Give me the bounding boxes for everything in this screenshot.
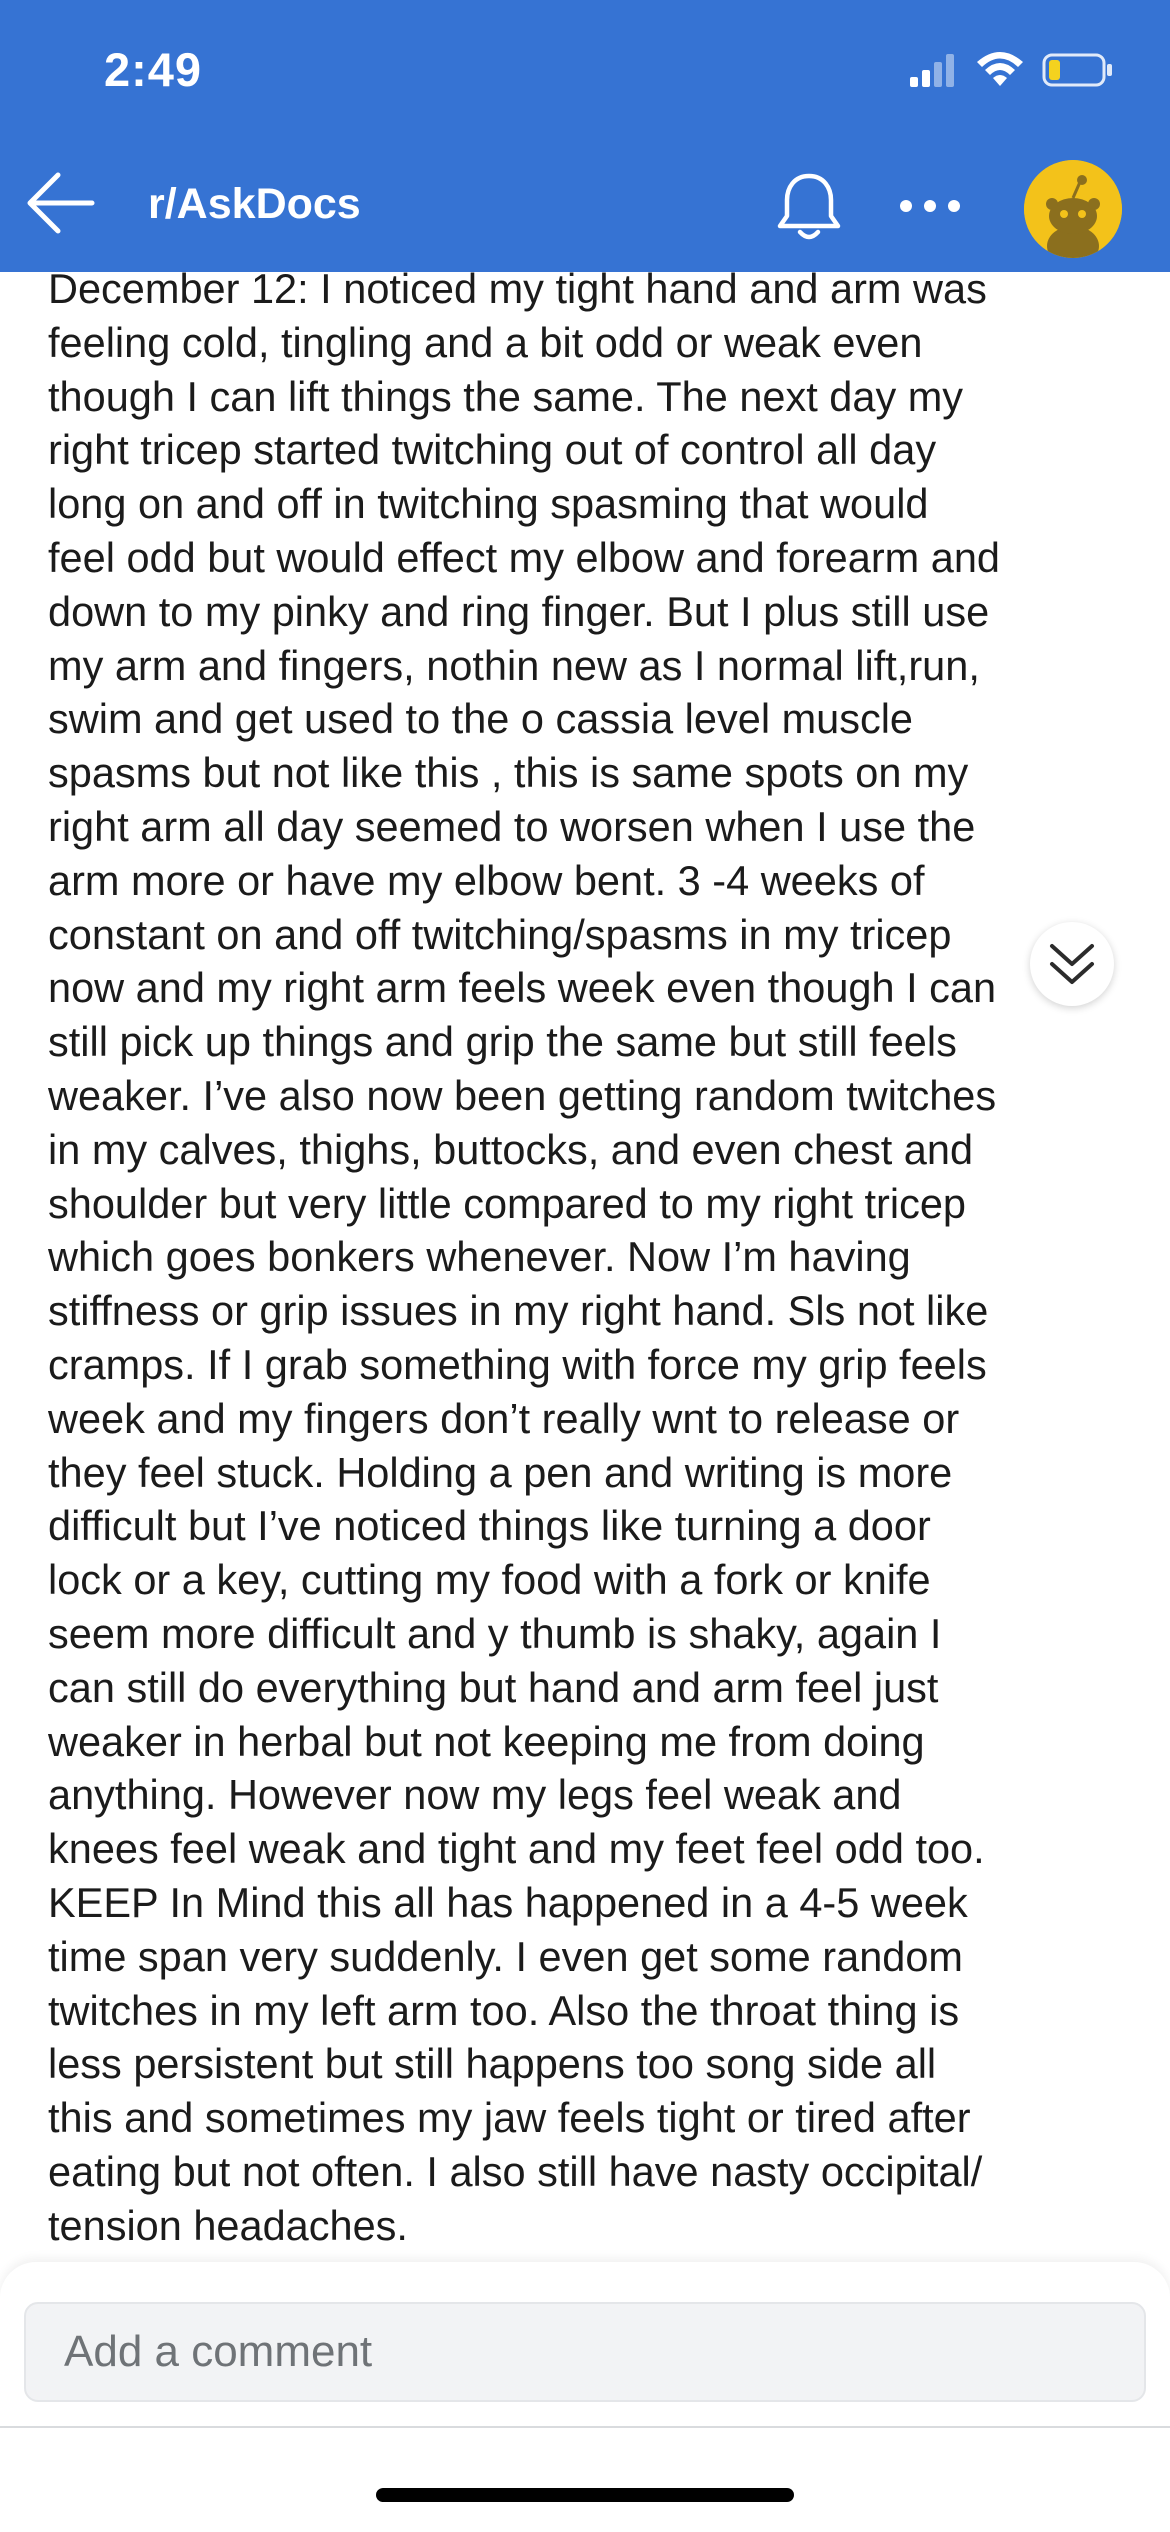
post-line: right tricep started twitching out of co… <box>48 426 937 474</box>
post-line: though I can lift things the same. The n… <box>48 372 964 420</box>
status-icons <box>910 52 1114 88</box>
post-line: feeling cold, tingling and a bit odd or … <box>48 318 923 366</box>
post-body-text: December 12: I noticed my tight hand and… <box>48 262 1128 2252</box>
wifi-icon <box>977 52 1023 86</box>
post-line: week and my fingers don’t really wnt to … <box>48 1394 960 1442</box>
subreddit-title[interactable]: r/AskDocs <box>148 180 361 229</box>
post-line: lock or a key, cutting my food with a fo… <box>48 1556 931 1604</box>
post-line: which goes bonkers whenever. Now I’m hav… <box>48 1233 911 1281</box>
divider <box>0 2426 1170 2428</box>
more-dots-icon[interactable] <box>898 198 962 214</box>
post-line: knees feel weak and tight and my feet fe… <box>48 1825 985 1873</box>
post-line: weaker. I’ve also now been getting rando… <box>48 1071 997 1119</box>
home-indicator <box>376 2488 794 2502</box>
post-line: in my calves, thighs, buttocks, and even… <box>48 1125 974 1173</box>
post-line: can still do everything but hand and arm… <box>48 1663 939 1711</box>
chevron-double-down-icon <box>1050 944 1094 984</box>
reddit-avatar-icon[interactable] <box>1024 160 1122 258</box>
post-line: constant on and off twitching/spasms in … <box>48 910 952 958</box>
post-line: KEEP In Mind this all has happened in a … <box>48 1878 968 1926</box>
cellular-signal-icon <box>910 54 954 87</box>
battery-low-icon <box>1042 53 1112 87</box>
post-line: swim and get used to the o cassia level … <box>48 695 914 743</box>
post-line: arm more or have my elbow bent. 3 -4 wee… <box>48 856 925 904</box>
post-line: they feel stuck. Holding a pen and writi… <box>48 1448 953 1496</box>
post-line: right arm all day seemed to worsen when … <box>48 802 976 850</box>
post-line: eating but not often. I also still have … <box>48 2147 983 2195</box>
post-line: cramps. If I grab something with force m… <box>48 1340 987 1388</box>
post-line: still pick up things and grip the same b… <box>48 1018 957 1066</box>
post-line: now and my right arm feels week even tho… <box>48 964 997 1012</box>
bell-icon[interactable] <box>772 168 846 244</box>
post-line: shoulder but very little compared to my … <box>48 1179 967 1227</box>
avatar-graphic <box>1024 160 1122 258</box>
post-line: this and sometimes my jaw feels tight or… <box>48 2094 971 2142</box>
post-line: weaker in herbal but not keeping me from… <box>48 1717 925 1765</box>
app-header: 2:49 r/AskDocs <box>0 0 1170 272</box>
arrow-left-icon[interactable] <box>22 168 98 238</box>
post-line: less persistent but still happens too so… <box>48 2040 937 2088</box>
post-line: long on and off in twitching spasming th… <box>48 480 929 528</box>
post-line: anything. However now my legs feel weak … <box>48 1771 902 1819</box>
status-time: 2:49 <box>104 43 203 96</box>
post-line: my arm and fingers, nothin new as I norm… <box>48 641 980 689</box>
post-line: feel odd but would effect my elbow and f… <box>48 533 1001 581</box>
post-line: spasms but not like this , this is same … <box>48 749 969 797</box>
post-line: stiffness or grip issues in my right han… <box>48 1287 989 1335</box>
post-line: twitches in my left arm too. Also the th… <box>48 1986 960 2034</box>
scroll-down-button[interactable] <box>1030 922 1114 1006</box>
post-line: down to my pinky and ring finger. But I … <box>48 587 990 635</box>
post-line: difficult but I’ve noticed things like t… <box>48 1502 931 1550</box>
add-comment-input[interactable]: Add a comment <box>24 2302 1146 2402</box>
post-line: tension headaches. <box>48 2201 408 2249</box>
post-line: seem more difficult and y thumb is shaky… <box>48 1609 942 1657</box>
post-line: time span very suddenly. I even get some… <box>48 1932 964 1980</box>
